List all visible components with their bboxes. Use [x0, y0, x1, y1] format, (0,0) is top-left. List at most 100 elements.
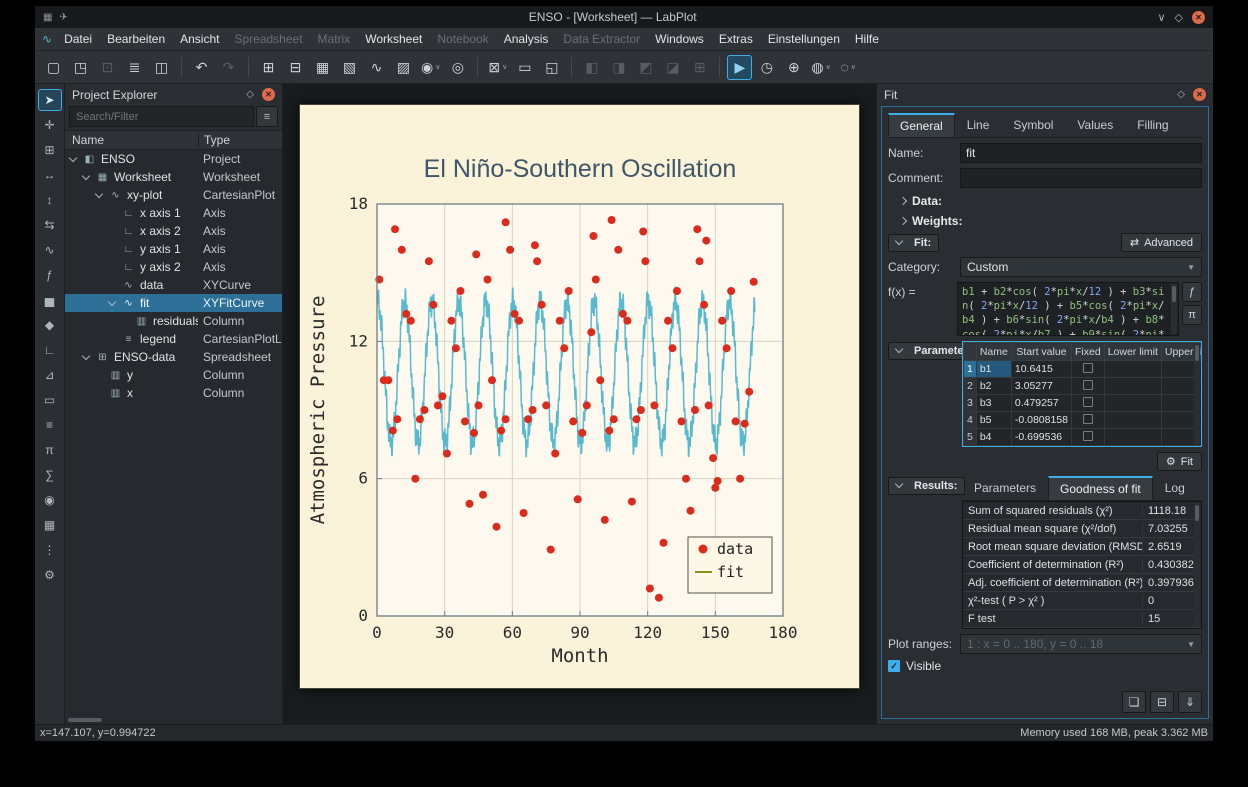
- menu-datei[interactable]: Datei: [57, 30, 99, 48]
- data-point[interactable]: [402, 310, 410, 318]
- worksheet-canvas[interactable]: 0306090120150180061218El Niño-Southern O…: [300, 105, 859, 688]
- data-point[interactable]: [574, 495, 582, 503]
- new-workbook-button[interactable]: ▨: [391, 55, 416, 80]
- tree-item-enso[interactable]: ◧ENSOProject: [65, 150, 282, 168]
- data-point[interactable]: [466, 500, 474, 508]
- data-point[interactable]: [565, 287, 573, 295]
- data-point[interactable]: [515, 317, 523, 325]
- data-point[interactable]: [488, 376, 496, 384]
- new-live-data-source-button[interactable]: ◉∨: [418, 55, 443, 80]
- insert-function-button[interactable]: ƒ: [1182, 282, 1202, 302]
- add-plot-tool-button[interactable]: ⊿: [38, 364, 62, 386]
- data-point[interactable]: [542, 401, 550, 409]
- import-button[interactable]: ◎: [445, 55, 470, 80]
- data-point[interactable]: [678, 417, 686, 425]
- menu-extras[interactable]: Extras: [712, 30, 760, 48]
- formula-scrollbar[interactable]: [1171, 284, 1177, 334]
- data-point[interactable]: [457, 287, 465, 295]
- data-point[interactable]: [637, 406, 645, 414]
- data-point[interactable]: [608, 216, 616, 224]
- expander-icon[interactable]: [69, 153, 77, 161]
- tab-general[interactable]: General: [888, 113, 955, 137]
- x-axis-label[interactable]: Month: [551, 645, 608, 667]
- data-point[interactable]: [682, 475, 690, 483]
- parameter-row-b4[interactable]: 5b4-0.699536: [964, 429, 1203, 446]
- parameter-row-b5[interactable]: 4b5-0.0808158: [964, 412, 1203, 429]
- data-point[interactable]: [434, 401, 442, 409]
- tree-item-fit[interactable]: ∿fitXYFitCurve: [65, 294, 282, 312]
- parameter-lower-limit[interactable]: [1104, 361, 1161, 378]
- undo-button[interactable]: ↶: [189, 55, 214, 80]
- more-vertical-tool-button[interactable]: ⋮: [38, 539, 62, 561]
- data-point[interactable]: [556, 317, 564, 325]
- menu-windows[interactable]: Windows: [648, 30, 711, 48]
- add-boxplot-tool-button[interactable]: ◆: [38, 314, 62, 336]
- parameter-lower-limit[interactable]: [1104, 395, 1161, 412]
- add-image-tool-button[interactable]: ▦: [38, 514, 62, 536]
- data-point[interactable]: [411, 475, 419, 483]
- zoom-y-tool-button[interactable]: ↕: [38, 189, 62, 211]
- data-point[interactable]: [655, 594, 663, 602]
- add-equation-curve-tool-button[interactable]: ƒ: [38, 264, 62, 286]
- data-point[interactable]: [741, 420, 749, 428]
- parameter-name[interactable]: b2: [976, 378, 1011, 395]
- data-point[interactable]: [641, 257, 649, 265]
- data-point[interactable]: [452, 344, 460, 352]
- tree-item-x-axis-2[interactable]: ∟x axis 2Axis: [65, 222, 282, 240]
- data-point[interactable]: [605, 427, 613, 435]
- parameter-start-value[interactable]: -0.0808158: [1011, 412, 1071, 429]
- parameter-lower-limit[interactable]: [1104, 412, 1161, 429]
- data-point[interactable]: [745, 388, 753, 396]
- parameter-name[interactable]: b4: [976, 429, 1011, 446]
- new-spreadsheet-button[interactable]: ⊞: [256, 55, 281, 80]
- tree-item-data[interactable]: ∿dataXYCurve: [65, 276, 282, 294]
- expander-icon[interactable]: [82, 351, 90, 359]
- filter-options-button[interactable]: ≡: [256, 106, 278, 127]
- new-project-button[interactable]: ▢: [41, 55, 66, 80]
- save-as-template-button[interactable]: ⇓: [1178, 691, 1202, 713]
- pin-icon[interactable]: ✈: [59, 12, 67, 23]
- data-point[interactable]: [646, 585, 654, 593]
- fullscreen-button[interactable]: ⊕: [781, 55, 806, 80]
- data-point[interactable]: [493, 523, 501, 531]
- data-point[interactable]: [524, 415, 532, 423]
- data-point[interactable]: [592, 276, 600, 284]
- fixed-checkbox[interactable]: [1083, 363, 1093, 373]
- horizontal-scrollbar[interactable]: [65, 716, 282, 724]
- data-point[interactable]: [461, 417, 469, 425]
- zoom-mode-button[interactable]: ⊠∨: [485, 55, 510, 80]
- data-point[interactable]: [470, 429, 478, 437]
- data-point[interactable]: [484, 276, 492, 284]
- worksheet-page[interactable]: 0306090120150180061218El Niño-Southern O…: [299, 104, 860, 689]
- data-point[interactable]: [389, 427, 397, 435]
- data-point[interactable]: [723, 344, 731, 352]
- menu-hilfe[interactable]: Hilfe: [848, 30, 886, 48]
- data-point[interactable]: [587, 328, 595, 336]
- data-point[interactable]: [673, 287, 681, 295]
- data-point[interactable]: [709, 454, 717, 462]
- float-window-button[interactable]: ◇: [1175, 11, 1183, 24]
- data-point[interactable]: [610, 415, 618, 423]
- timer-button[interactable]: ◷: [754, 55, 779, 80]
- data-point[interactable]: [569, 417, 577, 425]
- data-point[interactable]: [533, 257, 541, 265]
- new-worksheet-button[interactable]: ▦: [310, 55, 335, 80]
- add-axis-tool-button[interactable]: ∟: [38, 339, 62, 361]
- crosshair-tool-button[interactable]: ✛: [38, 114, 62, 136]
- settings-tool-button[interactable]: ⚙: [38, 564, 62, 586]
- data-point[interactable]: [393, 415, 401, 423]
- menu-ansicht[interactable]: Ansicht: [173, 30, 226, 48]
- parameters-scrollbar[interactable]: [1194, 343, 1200, 445]
- fixed-checkbox[interactable]: [1083, 397, 1093, 407]
- data-point[interactable]: [407, 317, 415, 325]
- data-point[interactable]: [705, 401, 713, 409]
- data-point[interactable]: [732, 417, 740, 425]
- data-point[interactable]: [447, 317, 455, 325]
- data-point[interactable]: [696, 257, 704, 265]
- data-point[interactable]: [538, 301, 546, 309]
- tab-values[interactable]: Values: [1065, 113, 1125, 137]
- data-point[interactable]: [479, 491, 487, 499]
- data-point[interactable]: [429, 301, 437, 309]
- add-formula-tool-button[interactable]: π: [38, 439, 62, 461]
- results-tab-goodness-of-fit[interactable]: Goodness of fit: [1048, 476, 1153, 500]
